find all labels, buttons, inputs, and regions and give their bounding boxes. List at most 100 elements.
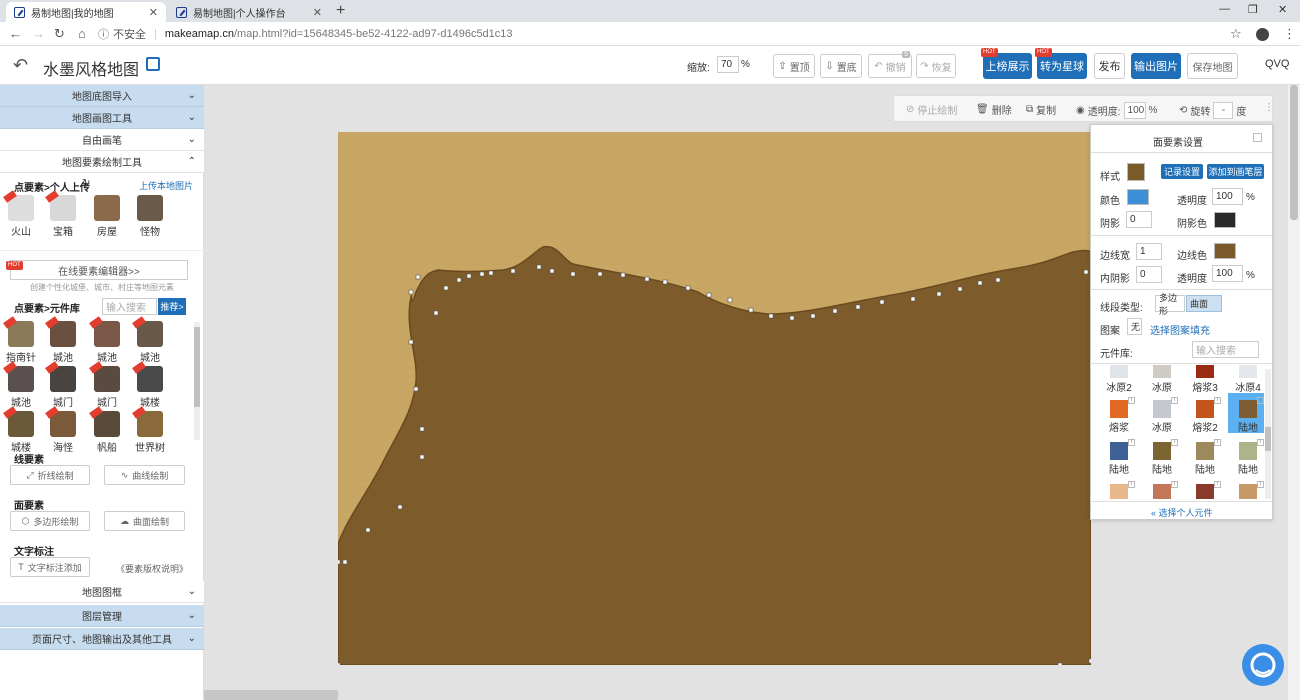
record-settings-button[interactable]: 记录设置: [1161, 164, 1203, 179]
vertex-handle[interactable]: [433, 310, 439, 316]
vertex-handle[interactable]: [855, 304, 861, 310]
close-icon[interactable]: ✕: [149, 6, 158, 19]
browser-tab[interactable]: 易制地图|个人操作台 ✕: [168, 2, 330, 22]
drag-handle-icon[interactable]: ⋮: [1264, 102, 1274, 113]
vertex-handle[interactable]: [832, 308, 838, 314]
send-to-bottom-button[interactable]: ⇩ 置底: [820, 54, 862, 78]
swatch-item[interactable]: i冰原2: [1099, 365, 1139, 394]
edit-icon[interactable]: [146, 57, 160, 71]
new-tab-icon[interactable]: +: [336, 2, 345, 20]
vertex-handle[interactable]: [443, 285, 449, 291]
swatch-item[interactable]: i冰原: [1142, 365, 1182, 394]
personal-item-chest[interactable]: 宝箱: [44, 190, 82, 238]
vertex-handle[interactable]: [479, 271, 485, 277]
section-element-tools[interactable]: 地图要素绘制工具 ⌃: [0, 151, 204, 173]
vertex-handle[interactable]: [397, 504, 403, 510]
horizontal-scrollbar[interactable]: [204, 690, 338, 700]
vertex-handle[interactable]: [408, 289, 414, 295]
library-item[interactable]: 城门: [88, 361, 126, 409]
polygon-button[interactable]: ⬡ 多边形绘制: [10, 511, 90, 531]
shadow-field[interactable]: 0: [1126, 211, 1152, 228]
section-page-size[interactable]: 页面尺寸、地图输出及其他工具 ⌄: [0, 628, 204, 650]
land-shape[interactable]: [338, 245, 1091, 665]
opacity2-field[interactable]: 100: [1212, 265, 1243, 282]
collapse-icon[interactable]: [1253, 133, 1262, 142]
section-layers[interactable]: 图层管理 ⌄: [0, 605, 204, 627]
vertex-handle[interactable]: [1088, 658, 1091, 664]
browser-tab-active[interactable]: 易制地图|我的地图 ✕: [6, 2, 166, 22]
map-canvas[interactable]: [338, 132, 1091, 665]
swatch-item[interactable]: i 熔浆: [1099, 393, 1139, 434]
redo-button[interactable]: ↷ 恢复: [916, 54, 956, 78]
undo-button[interactable]: ↶ 撤销 5: [868, 51, 912, 78]
library-item[interactable]: 帆船: [88, 406, 126, 454]
showcase-button[interactable]: HOT 上榜展示: [981, 48, 1032, 79]
close-window-icon[interactable]: ✕: [1278, 3, 1287, 16]
vertex-handle[interactable]: [936, 291, 942, 297]
vertex-handle[interactable]: [466, 273, 472, 279]
zoom-input[interactable]: 70: [717, 56, 739, 73]
vertex-handle[interactable]: [957, 286, 963, 292]
vertex-handle[interactable]: [570, 271, 576, 277]
vertex-handle[interactable]: [995, 277, 1001, 283]
vertex-handle[interactable]: [456, 277, 462, 283]
export-image-button[interactable]: 输出图片: [1131, 53, 1181, 79]
vertex-handle[interactable]: [685, 285, 691, 291]
reload-icon[interactable]: ↻: [54, 26, 65, 42]
vertex-handle[interactable]: [536, 264, 542, 270]
vertex-handle[interactable]: [415, 274, 421, 280]
vertex-handle[interactable]: [338, 559, 341, 565]
panel-library-search[interactable]: 输入搜索: [1192, 341, 1259, 358]
color-swatch[interactable]: [1127, 189, 1149, 205]
save-map-button[interactable]: 保存地图: [1187, 53, 1238, 79]
swatch-item[interactable]: i 陆地: [1185, 435, 1225, 476]
shadow-color-swatch[interactable]: [1214, 212, 1236, 228]
upload-local-link[interactable]: 上传本地图片: [139, 179, 193, 192]
to-globe-button[interactable]: HOT 转为星球: [1035, 48, 1087, 79]
user-name[interactable]: QVQ: [1265, 58, 1289, 70]
vertex-handle[interactable]: [1083, 269, 1089, 275]
maximize-icon[interactable]: ❐: [1248, 3, 1258, 16]
profile-icon[interactable]: [1256, 28, 1269, 41]
vertex-handle[interactable]: [419, 454, 425, 460]
section-frame[interactable]: 地图图框 ⌄: [0, 581, 204, 603]
section-freehand[interactable]: 自由画笔 ⌄: [0, 129, 204, 151]
vertex-handle[interactable]: [419, 426, 425, 432]
border-width-field[interactable]: 1: [1136, 243, 1162, 260]
vertex-handle[interactable]: [549, 268, 555, 274]
url-field[interactable]: ⓘ 不安全 | makeamap.cn /map.html?id=1564834…: [98, 25, 513, 43]
vertex-handle[interactable]: [620, 272, 626, 278]
minimize-icon[interactable]: —: [1219, 3, 1230, 15]
personal-item-monster[interactable]: 怪物: [131, 195, 169, 238]
library-item[interactable]: 城楼: [2, 406, 40, 454]
inner-shadow-field[interactable]: 0: [1136, 266, 1162, 283]
recommend-button[interactable]: 推荐>: [158, 298, 186, 315]
vertex-handle[interactable]: [662, 279, 668, 285]
section-basemap-import[interactable]: 地图底图导入 ⌄: [0, 85, 204, 107]
border-color-swatch[interactable]: [1214, 243, 1236, 259]
line-type-polygon-option[interactable]: 多边形: [1155, 293, 1185, 316]
swatch-item[interactable]: i熔浆3: [1185, 365, 1225, 394]
vertex-handle[interactable]: [413, 386, 419, 392]
library-item[interactable]: 世界树: [131, 406, 169, 454]
library-item[interactable]: 城门: [44, 361, 82, 409]
choose-pattern-link[interactable]: 选择图案填充: [1150, 322, 1210, 337]
delete-button[interactable]: 🗑 删除: [976, 102, 1012, 117]
vertex-handle[interactable]: [408, 339, 414, 345]
bring-to-top-button[interactable]: ⇪ 置顶: [773, 54, 815, 78]
vertex-handle[interactable]: [342, 559, 348, 565]
library-item[interactable]: 城池: [131, 316, 169, 364]
swatch-item[interactable]: i 陆地: [1228, 393, 1264, 434]
swatch-item[interactable]: i: [1142, 477, 1182, 499]
vertex-handle[interactable]: [488, 270, 494, 276]
swatch-item[interactable]: i 陆地: [1142, 435, 1182, 476]
library-item[interactable]: 城池: [88, 316, 126, 364]
text-add-button[interactable]: T 文字标注添加: [10, 557, 90, 577]
vertex-handle[interactable]: [1057, 662, 1063, 665]
swatch-item[interactable]: i 熔浆2: [1185, 393, 1225, 434]
section-drawing-tools[interactable]: 地图画图工具 ⌄: [0, 107, 204, 129]
swatch-item[interactable]: i冰原: [1142, 393, 1182, 434]
library-item[interactable]: 指南针: [2, 316, 40, 364]
vertex-handle[interactable]: [597, 271, 603, 277]
vertex-handle[interactable]: [365, 527, 371, 533]
